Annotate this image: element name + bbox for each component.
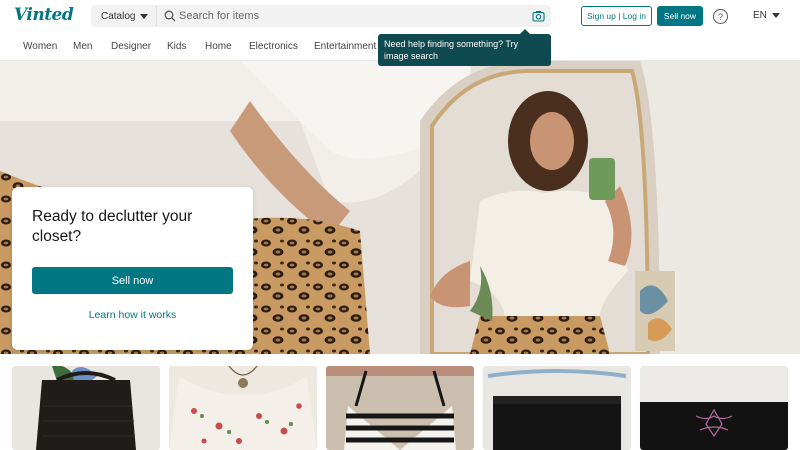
product-image-handbag <box>12 366 160 450</box>
search-bar: Catalog <box>91 5 551 27</box>
product-card[interactable] <box>12 366 160 450</box>
product-row <box>0 366 800 450</box>
chevron-down-icon <box>140 13 149 19</box>
product-card[interactable] <box>326 366 474 450</box>
product-image-embroidered-top <box>640 366 788 450</box>
product-image-black-shorts <box>483 366 631 450</box>
nav-item-home[interactable]: Home <box>205 41 232 52</box>
product-card[interactable] <box>483 366 631 450</box>
catalog-dropdown[interactable]: Catalog <box>91 5 157 27</box>
hero-card: Ready to declutter your closet? Sell now… <box>12 187 253 350</box>
nav-item-entertainment[interactable]: Entertainment <box>314 41 376 52</box>
product-card[interactable] <box>169 366 317 450</box>
search-input[interactable] <box>179 5 519 27</box>
nav-item-designer[interactable]: Designer <box>111 41 151 52</box>
search-icon <box>164 10 176 22</box>
catalog-label: Catalog <box>101 10 136 22</box>
product-image-striped-top <box>326 366 474 450</box>
chevron-down-icon <box>771 13 780 18</box>
learn-how-it-works-link[interactable]: Learn how it works <box>32 309 233 321</box>
vinted-logo[interactable]: Vinted <box>14 5 74 25</box>
help-icon[interactable]: ? <box>713 9 728 24</box>
image-search-tooltip: Need help finding something? Try image s… <box>378 29 551 66</box>
nav-item-electronics[interactable]: Electronics <box>249 41 298 52</box>
language-selector[interactable]: EN <box>753 10 780 21</box>
camera-icon[interactable] <box>532 10 545 22</box>
signup-login-button[interactable]: Sign up | Log in <box>581 6 652 26</box>
sell-now-header-button[interactable]: Sell now <box>657 6 703 26</box>
product-image-floral-top <box>169 366 317 450</box>
hero-banner: Ready to declutter your closet? Sell now… <box>0 61 800 354</box>
language-label: EN <box>753 10 767 21</box>
nav-item-kids[interactable]: Kids <box>167 41 186 52</box>
product-card[interactable] <box>640 366 788 450</box>
hero-sell-now-button[interactable]: Sell now <box>32 267 233 294</box>
top-header: Vinted Catalog Sign up | Log in Sell now… <box>0 0 800 33</box>
nav-item-men[interactable]: Men <box>73 41 92 52</box>
nav-item-women[interactable]: Women <box>23 41 57 52</box>
hero-title: Ready to declutter your closet? <box>32 208 193 245</box>
